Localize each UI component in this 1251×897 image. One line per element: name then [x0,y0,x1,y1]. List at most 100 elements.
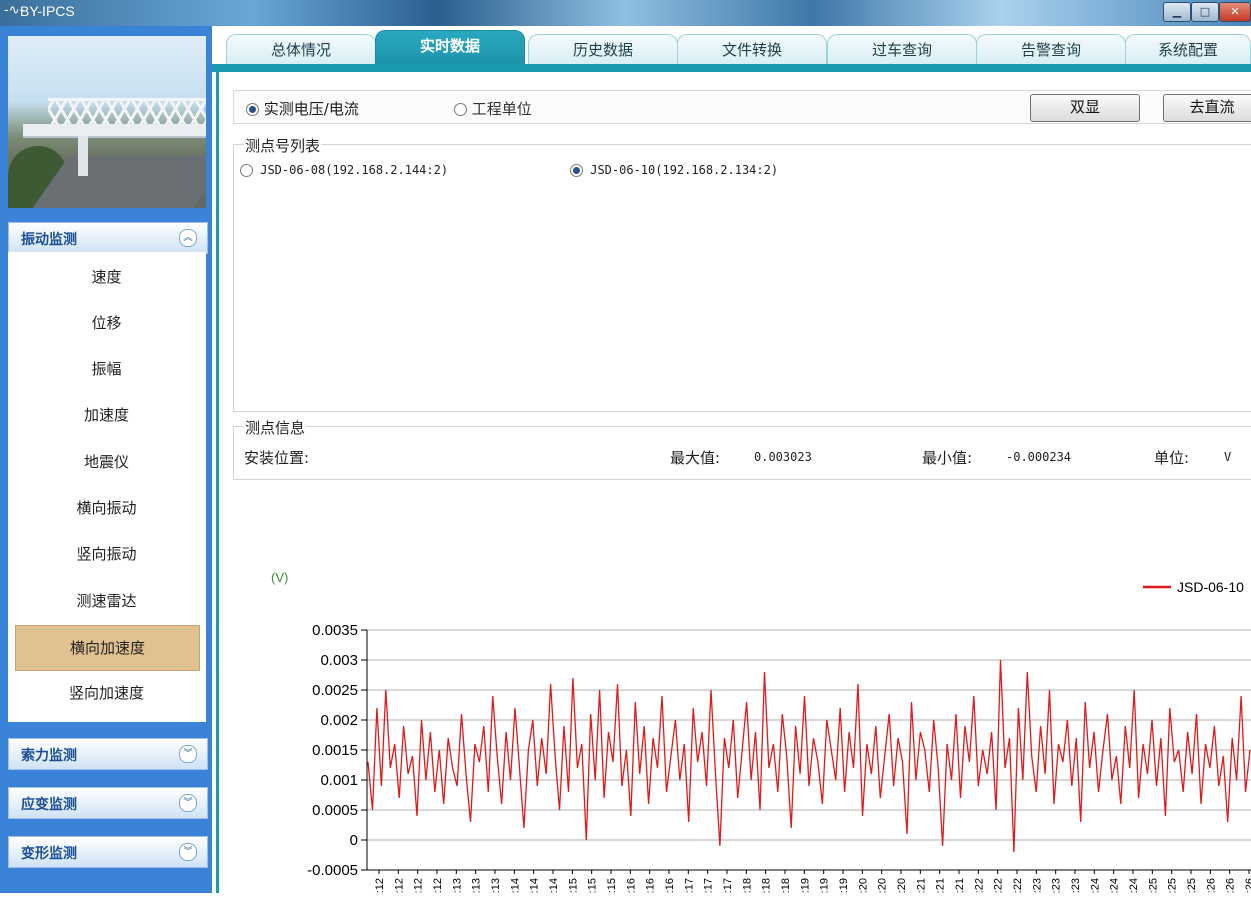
unit-value: V [1224,450,1232,464]
x-tick-label: 2:16 [645,878,657,893]
sidebar-item-vertical-vibration[interactable]: 竖向振动 [15,532,198,576]
section-cable-force-monitoring[interactable]: 索力监测 ︾ [8,738,208,770]
section-title: 变形监测 [21,846,77,862]
x-tick-label: 2:16 [625,878,637,893]
x-tick-label: 2:15 [606,878,618,893]
tab-file-conversion[interactable]: 文件转换 [677,34,827,67]
x-tick-label: 2:17 [683,878,695,893]
tab-bar: 总体情况 实时数据 历史数据 文件转换 过车查询 告警查询 系统配置 [212,26,1251,72]
x-tick-label: 2:20 [896,878,908,893]
x-tick-label: 2:13 [490,878,502,893]
sidebar-item-seismometer[interactable]: 地震仪 [15,440,198,484]
x-tick-label: 2:23 [1031,878,1043,893]
radio-measured-voltage[interactable]: 实测电压/电流 [246,98,359,119]
x-tick-label: 2:12 [374,878,386,893]
close-button[interactable]: ✕ [1219,2,1251,22]
section-deformation-monitoring[interactable]: 变形监测 ︾ [8,836,208,868]
x-tick-label: 2:26 [1225,878,1237,893]
x-tick-label: 2:18 [780,878,792,893]
x-tick-label: 2:14 [509,878,521,893]
sidebar-item-vertical-acceleration[interactable]: 竖向加速度 [15,671,198,715]
unit-label: 单位: [1154,449,1190,467]
x-tick-label: 2:23 [1051,878,1063,893]
sidebar-item-amplitude[interactable]: 振幅 [15,347,198,391]
chart-svg: (V) 0.0035 0.003 0.0025 0.002 0.0015 0.001 0.00… [271,570,1251,897]
section-vibration-monitoring[interactable]: 振动监测 ︽ [8,222,208,254]
y-tick-label: 0.0035 [312,622,358,639]
remove-dc-button[interactable]: 去直流 [1163,94,1251,122]
window-title: BY-IPCS [20,3,75,19]
section-title: 应变监测 [21,797,77,813]
point-radio-jsd-06-08[interactable]: JSD-06-08(192.168.2.144:2) [240,163,448,177]
sidebar-item-lateral-vibration[interactable]: 横向振动 [15,486,198,530]
x-tick-label: 2:12 [432,878,444,893]
x-tick-label: 2:25 [1186,878,1198,893]
x-tick-label: 2:22 [993,878,1005,893]
x-tick-label: 2:25 [1147,878,1159,893]
radio-engineering-unit[interactable]: 工程单位 [454,98,532,119]
y-tick-label: 0.0015 [312,742,358,759]
sidebar-item-velocity[interactable]: 速度 [15,255,198,299]
radio-checked-icon[interactable] [246,103,259,116]
x-tick-label: 2:18 [741,878,753,893]
dual-display-button[interactable]: 双显 [1030,94,1140,122]
x-tick-label: 2:19 [819,878,831,893]
x-tick-label: 2:18 [761,878,773,893]
x-tick-label: 2:21 [935,878,947,893]
y-tick-label: 0.002 [320,712,358,729]
chevron-down-icon[interactable]: ︾ [179,794,197,812]
sidebar-item-acceleration[interactable]: 加速度 [15,393,198,437]
section-title: 振动监测 [21,232,77,248]
sidebar-item-displacement[interactable]: 位移 [15,301,198,345]
section-strain-monitoring[interactable]: 应变监测 ︾ [8,787,208,819]
tab-overview[interactable]: 总体情况 [226,34,376,67]
max-value-label: 最大值: [670,449,721,467]
install-location-label: 安装位置: [244,449,310,467]
x-tick-label: 2:23 [1070,878,1082,893]
mode-toolbar: 实测电压/电流 工程单位 双显 去直流 [233,90,1251,124]
tab-vehicle-query[interactable]: 过车查询 [827,34,977,67]
x-tick-label: 2:16 [664,878,676,893]
tab-alarm-query[interactable]: 告警查询 [976,34,1126,67]
x-tick-label: 2:15 [587,878,599,893]
x-tick-label: 2:20 [877,878,889,893]
y-tick-label: 0.003 [320,652,358,669]
radio-label: 实测电压/电流 [263,100,359,118]
x-tick-label: 2:19 [838,878,850,893]
radio-unchecked-icon[interactable] [240,164,253,177]
tab-system-config[interactable]: 系统配置 [1125,34,1251,67]
tab-history-data[interactable]: 历史数据 [528,34,678,67]
tab-strip [212,64,1251,72]
bridge-banner-image [8,36,206,208]
chevron-up-icon[interactable]: ︽ [179,229,197,247]
x-tick-label: 2:24 [1089,878,1101,893]
sidebar-item-lateral-acceleration[interactable]: 横向加速度 [15,625,200,671]
minimize-button[interactable]: ▁ [1163,2,1191,22]
x-tick-label: 2:14 [529,878,541,893]
min-value-label: 最小值: [922,449,973,467]
sidebar: 振动监测 ︽ 速度 位移 振幅 加速度 地震仪 横向振动 竖向振动 测速雷达 横… [0,26,212,893]
x-tick-label: 2:20 [857,878,869,893]
y-tick-label: 0.0025 [312,682,358,699]
y-tick-label: 0.001 [320,772,358,789]
x-tick-label: 2:26 [1205,878,1217,893]
realtime-chart: (V) 0.0035 0.003 0.0025 0.002 0.0015 0.001 0.00… [219,470,1251,897]
radio-label: 工程单位 [471,100,532,118]
x-tick-label: 2:22 [1012,878,1024,893]
y-axis-unit-label: (V) [271,570,288,585]
legend-label: JSD-06-10 [1177,579,1244,595]
section-title: 索力监测 [21,748,77,764]
radio-unchecked-icon[interactable] [454,103,467,116]
radio-checked-icon[interactable] [570,164,583,177]
chevron-down-icon[interactable]: ︾ [179,843,197,861]
x-tick-label: 2:21 [915,878,927,893]
sidebar-item-speed-radar[interactable]: 测速雷达 [15,579,198,623]
maximize-button[interactable]: □ [1191,2,1219,22]
point-radio-jsd-06-10[interactable]: JSD-06-10(192.168.2.134:2) [570,163,778,177]
point-label: JSD-06-10(192.168.2.134:2) [590,163,779,177]
y-tick-label: 0.0005 [312,802,358,819]
x-tick-label: 2:17 [703,878,715,893]
vibration-menu: 速度 位移 振幅 加速度 地震仪 横向振动 竖向振动 测速雷达 横向加速度 竖向… [8,252,206,722]
x-tick-label: 2:13 [471,878,483,893]
chevron-down-icon[interactable]: ︾ [179,745,197,763]
